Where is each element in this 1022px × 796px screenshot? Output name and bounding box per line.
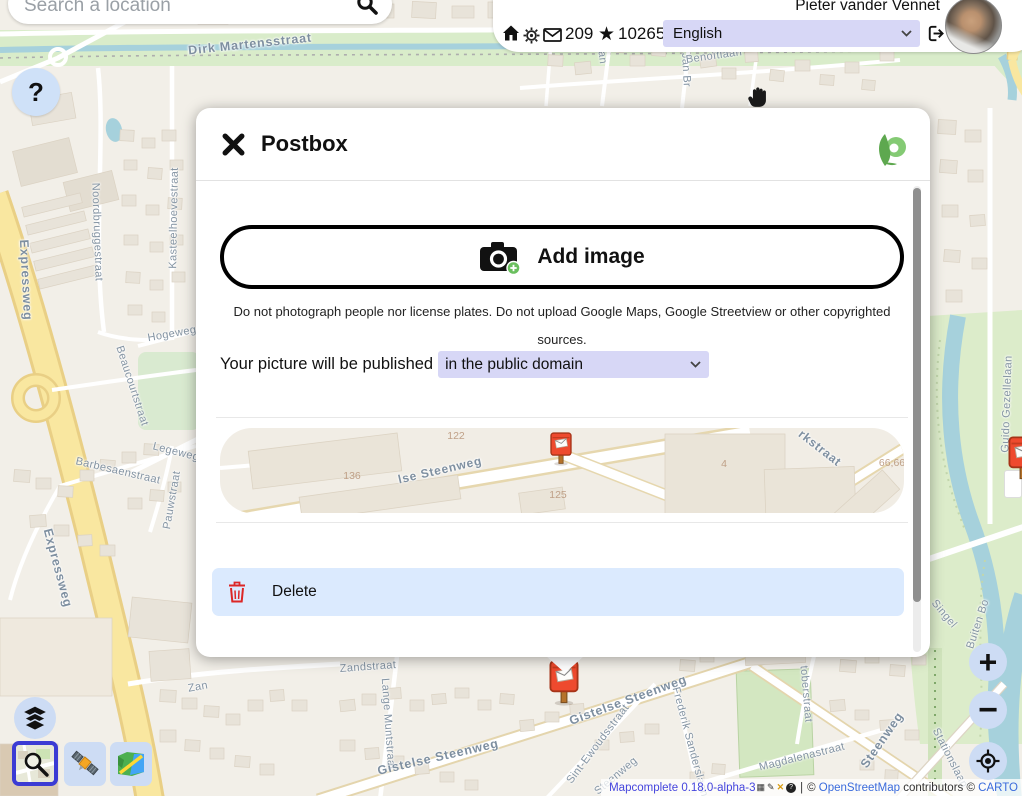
location-minimap[interactable]: 122136125466;66lse Steenwegrkstraat	[220, 428, 904, 513]
basemap-satellite-button[interactable]	[64, 742, 106, 786]
close-icon[interactable]	[222, 133, 245, 156]
basemap-style-button[interactable]	[110, 742, 152, 786]
satellite-icon	[70, 749, 100, 779]
logout-icon[interactable]	[925, 24, 944, 43]
camera-plus-icon	[479, 240, 521, 274]
postbox-dialog: Postbox Add image Do not photograph peop…	[196, 108, 930, 657]
basemap-osm-button[interactable]	[12, 741, 58, 786]
zoom-in-button[interactable]: +	[969, 643, 1007, 681]
app: Dirk MartensstraatcklaanJan BrBenoîtlaan…	[0, 0, 1022, 796]
info-circle-icon: ?	[786, 783, 796, 793]
search-input[interactable]	[8, 0, 356, 19]
layers-icon	[22, 705, 48, 731]
search-bar	[8, 0, 392, 24]
contributors-text: contributors ©	[903, 782, 975, 794]
help-button[interactable]: ?	[12, 68, 60, 116]
mapcomplete-version-link[interactable]: Mapcomplete 0.18.0-alpha-3	[609, 782, 755, 794]
cross-icon: ✕	[777, 782, 785, 793]
language-select[interactable]: English	[663, 20, 920, 47]
help-label: ?	[28, 77, 44, 108]
delete-label: Delete	[272, 583, 317, 601]
settings-gear-icon[interactable]	[523, 27, 540, 44]
dialog-title: Postbox	[261, 131, 348, 157]
username[interactable]: Pieter vander Vennet	[795, 0, 940, 15]
mapcomplete-logo-icon	[874, 133, 908, 169]
language-picker: English	[663, 20, 920, 47]
dialog-header: Postbox	[196, 108, 930, 181]
attribution-bar: Mapcomplete 0.18.0-alpha-3 ▦ ✎ ✕ ? | © O…	[601, 779, 1022, 796]
map-style-icon	[116, 750, 146, 778]
star-icon: ★	[598, 23, 615, 46]
divider	[216, 417, 908, 418]
popup-pointer	[546, 656, 584, 673]
carto-link[interactable]: CARTO	[978, 782, 1018, 794]
license-line: Your picture will be published in the pu…	[220, 351, 709, 378]
license-prefix: Your picture will be published	[220, 355, 433, 374]
postbox-marker-mini	[550, 431, 572, 467]
license-select[interactable]: in the public domain	[438, 351, 709, 378]
crosshair-icon	[976, 749, 1000, 773]
message-count[interactable]: 209	[565, 24, 593, 44]
postbox-marker-right[interactable]	[1008, 436, 1022, 482]
stats-icon: ▦	[757, 782, 766, 793]
search-icon[interactable]	[356, 0, 378, 15]
geolocate-button[interactable]	[969, 742, 1007, 780]
image-disclaimer: Do not photograph people nor license pla…	[230, 298, 894, 353]
star-count[interactable]: 10265	[618, 24, 665, 44]
add-image-button[interactable]: Add image	[220, 225, 904, 289]
scrollbar-thumb[interactable]	[913, 188, 921, 602]
layers-button[interactable]	[14, 697, 56, 739]
osm-map-icon	[16, 745, 54, 782]
separator: |	[800, 782, 803, 794]
delete-button[interactable]: Delete	[212, 568, 904, 616]
add-image-label: Add image	[537, 245, 644, 269]
pencil-icon: ✎	[767, 782, 775, 793]
divider	[216, 522, 908, 523]
messages-icon[interactable]	[543, 28, 562, 42]
openstreetmap-link[interactable]: OpenStreetMap	[819, 782, 900, 794]
home-icon[interactable]	[502, 24, 520, 42]
trash-icon	[228, 581, 246, 603]
zoom-out-button[interactable]: −	[969, 691, 1007, 729]
copyright-symbol: ©	[807, 782, 815, 794]
